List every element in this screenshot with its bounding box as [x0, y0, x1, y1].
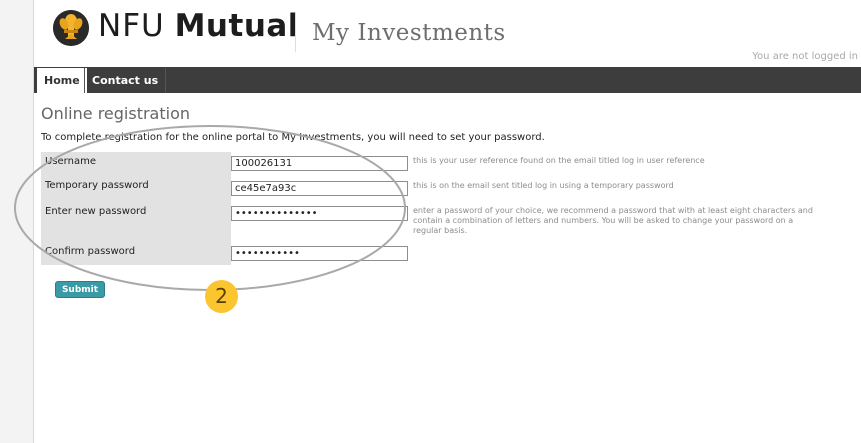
site-header: NFU Mutual My Investments You are not lo…: [34, 0, 861, 67]
temp-password-field[interactable]: [231, 181, 408, 196]
form-row-confirm-password: Confirm password: [41, 241, 855, 265]
nav-tab-contact[interactable]: Contact us: [84, 68, 167, 93]
site-subtitle: My Investments: [312, 20, 506, 46]
wheat-sheaf-logo-icon[interactable]: [53, 10, 89, 46]
new-password-label: Enter new password: [41, 200, 231, 241]
brand-mutual: Mutual: [174, 8, 299, 44]
confirm-password-label: Confirm password: [41, 241, 231, 265]
temp-password-hint: this is on the email sent titled log in …: [413, 181, 674, 190]
form-row-username: Username this is your user reference fou…: [41, 152, 855, 174]
header-divider: [295, 12, 296, 52]
page-title: Online registration: [41, 104, 191, 123]
new-password-hint: enter a password of your choice, we reco…: [413, 206, 813, 235]
submit-button[interactable]: Submit: [55, 281, 105, 298]
intro-text: To complete registration for the online …: [41, 132, 545, 143]
nav-tab-home[interactable]: Home: [37, 68, 87, 93]
form-row-new-password: Enter new password enter a password of y…: [41, 200, 855, 241]
username-field[interactable]: [231, 156, 408, 171]
form-row-temp-password: Temporary password this is on the email …: [41, 174, 855, 200]
username-hint: this is your user reference found on the…: [413, 156, 705, 165]
temp-password-label: Temporary password: [41, 174, 231, 200]
brand-wordmark[interactable]: NFU Mutual: [98, 6, 299, 46]
page-container: NFU Mutual My Investments You are not lo…: [33, 0, 861, 443]
confirm-password-field[interactable]: [231, 246, 408, 261]
step-number-badge: 2: [205, 280, 238, 313]
brand-nfu: NFU: [98, 8, 165, 44]
login-status: You are not logged in: [752, 51, 858, 62]
main-nav: Home Contact us: [34, 67, 861, 93]
username-label: Username: [41, 152, 231, 174]
new-password-field[interactable]: [231, 206, 408, 221]
